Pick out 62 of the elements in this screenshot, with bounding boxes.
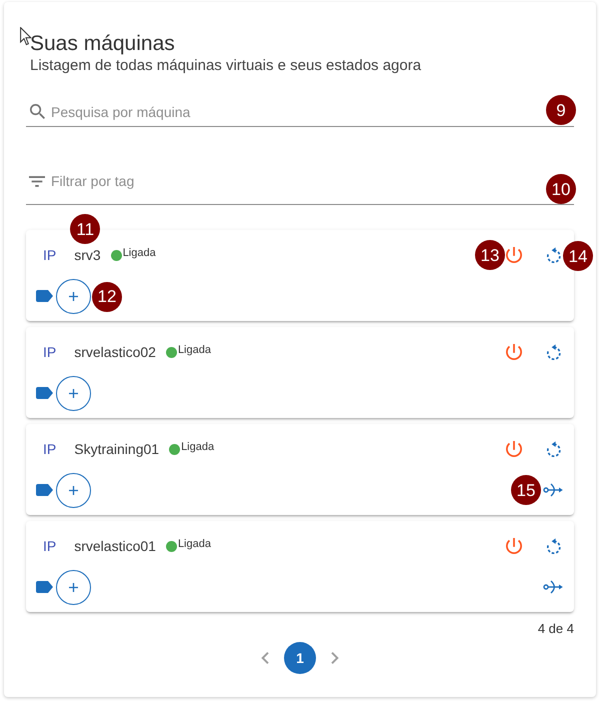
tag-icon <box>36 581 53 593</box>
add-tag-button[interactable] <box>56 278 91 314</box>
restart-button[interactable] <box>546 344 562 360</box>
ip-button[interactable]: IP <box>43 245 56 265</box>
ip-button[interactable]: IP <box>43 342 56 362</box>
machine-name: srv3 <box>74 246 101 265</box>
machine-name: Skytraining01 <box>74 440 160 459</box>
restart-icon <box>546 538 562 554</box>
add-tag-button[interactable] <box>56 376 91 410</box>
annotation-badge: 15 <box>511 475 541 505</box>
result-count: 4 de 4 <box>538 620 574 638</box>
plus-icon <box>69 292 78 300</box>
power-button[interactable] <box>506 538 522 554</box>
page-subtitle: Listagem de todas máquinas virtuais e seus estados agora <box>29 57 422 75</box>
status-label: Ligada <box>122 246 156 260</box>
restart-icon <box>546 441 562 457</box>
plus-icon <box>69 582 78 592</box>
add-tag-button[interactable] <box>56 472 91 508</box>
page-number-button[interactable]: 1 <box>284 642 316 674</box>
ip-button[interactable]: IP <box>43 536 56 556</box>
power-button[interactable] <box>506 247 522 263</box>
annotation-badge: 11 <box>70 214 100 244</box>
chevron-left-icon <box>261 652 269 664</box>
restart-icon <box>546 247 562 263</box>
filter-icon <box>29 176 45 186</box>
restart-button[interactable] <box>546 441 562 457</box>
machine-name: srvelastico02 <box>74 343 156 362</box>
mouse-cursor-icon <box>20 27 32 46</box>
connect-button[interactable] <box>543 580 563 594</box>
tag-icon <box>36 484 53 496</box>
status-label: Ligada <box>181 440 214 454</box>
annotation-badge: 12 <box>92 282 122 312</box>
restart-button[interactable] <box>546 247 562 263</box>
tag-icon <box>36 387 53 399</box>
power-icon <box>506 247 522 263</box>
power-icon <box>506 344 522 360</box>
annotation-badge: 13 <box>475 240 505 270</box>
machine-name: srvelastico01 <box>74 537 156 556</box>
restart-icon <box>546 344 562 360</box>
tag-filter-field[interactable]: Filtrar por tag <box>51 171 540 191</box>
add-tag-button[interactable] <box>56 570 91 604</box>
connect-button[interactable] <box>543 483 563 497</box>
search-icon <box>30 104 45 119</box>
chevron-right-icon <box>331 652 339 664</box>
status-label: Ligada <box>178 343 211 357</box>
connect-arrow-icon <box>543 580 563 594</box>
search-field[interactable]: Pesquisa por máquina <box>51 96 540 126</box>
plus-icon <box>69 388 78 398</box>
tag-icon <box>36 290 53 302</box>
plus-icon <box>69 486 78 494</box>
power-button[interactable] <box>506 344 522 360</box>
page-title: Suas máquinas <box>29 32 176 56</box>
ip-button[interactable]: IP <box>43 439 56 459</box>
restart-button[interactable] <box>546 538 562 554</box>
power-button[interactable] <box>506 441 522 457</box>
power-icon <box>506 538 522 554</box>
annotation-badge: 14 <box>563 241 593 271</box>
annotation-badge: 10 <box>546 174 576 204</box>
connect-arrow-icon <box>543 483 563 497</box>
status-label: Ligada <box>178 537 211 551</box>
power-icon <box>506 441 522 457</box>
annotation-badge: 9 <box>546 95 576 125</box>
